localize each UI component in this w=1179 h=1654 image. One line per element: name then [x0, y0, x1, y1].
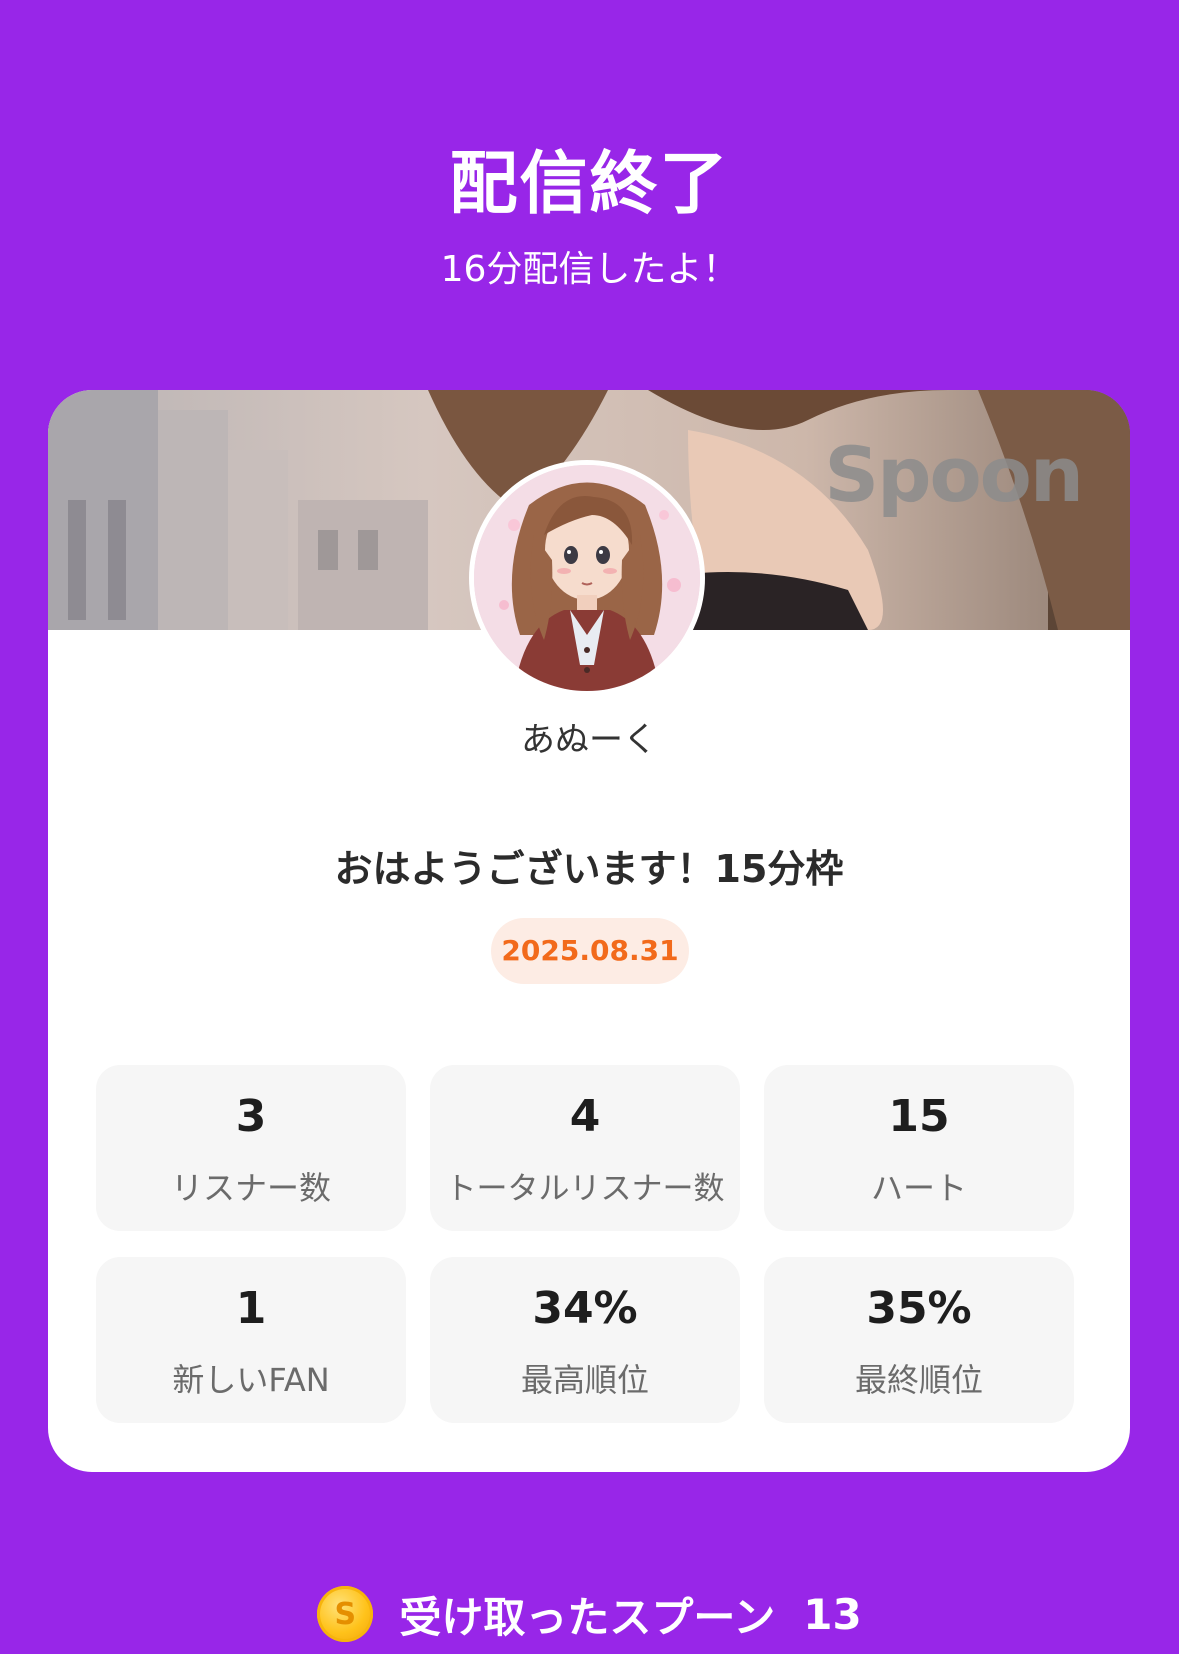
broadcast-summary-card: Spoon あぬーく おはようございます！15分枠 2025.08.31 3 リ… [48, 390, 1130, 1472]
stat-value: 34% [532, 1283, 638, 1334]
stat-total-listeners: 4 トータルリスナー数 [430, 1065, 740, 1231]
stat-value: 15 [888, 1091, 950, 1142]
stat-label: トータルリスナー数 [445, 1171, 725, 1207]
spoon-coin-icon: S [317, 1586, 374, 1642]
stat-value: 3 [235, 1091, 267, 1142]
stat-value: 4 [569, 1091, 601, 1142]
spoons-label: 受け取ったスプーン [399, 1592, 776, 1642]
username: あぬーく [521, 720, 657, 760]
stat-label: 最終順位 [854, 1361, 983, 1399]
stat-label: 最高順位 [520, 1361, 649, 1399]
coin-letter: S [334, 1596, 357, 1632]
stat-label: リスナー数 [170, 1169, 331, 1207]
spoons-count: 13 [803, 1589, 862, 1639]
stat-listeners: 3 リスナー数 [96, 1065, 406, 1231]
page-title: 配信終了 [449, 145, 730, 224]
stat-new-fans: 1 新しいFAN [96, 1257, 406, 1423]
stat-highest-rank: 34% 最高順位 [430, 1257, 740, 1423]
stream-title: おはようございます！15分枠 [334, 847, 844, 891]
spoon-logo: Spoon [824, 430, 1084, 519]
page-subtitle: 16分配信したよ！ [440, 249, 739, 290]
stat-value: 35% [866, 1283, 972, 1334]
stat-value: 1 [235, 1283, 267, 1334]
spoons-received: S 受け取ったスプーン 13 [0, 1584, 1179, 1644]
stat-final-rank: 35% 最終順位 [764, 1257, 1074, 1423]
stat-label: ハート [870, 1169, 967, 1207]
stat-label: 新しいFAN [172, 1361, 330, 1399]
date-badge: 2025.08.31 [491, 918, 689, 984]
stat-hearts: 15 ハート [764, 1065, 1074, 1231]
avatar[interactable] [469, 460, 705, 696]
